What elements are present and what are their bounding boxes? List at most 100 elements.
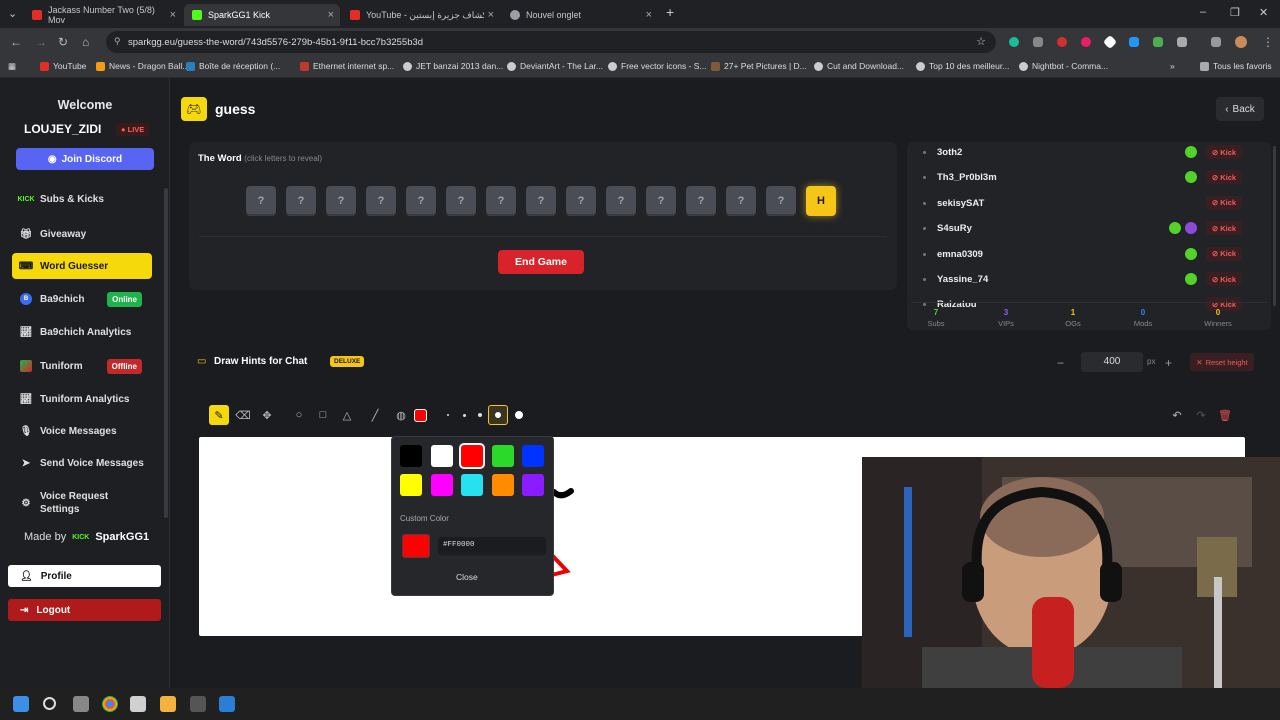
undo-icon[interactable]: ↶ bbox=[1167, 405, 1187, 425]
letter-tile[interactable]: ? bbox=[446, 186, 476, 216]
kick-button[interactable]: ⊘ Kick bbox=[1206, 170, 1242, 185]
color-swatch[interactable] bbox=[430, 474, 453, 496]
letter-tile[interactable]: ? bbox=[606, 186, 636, 216]
letter-tile[interactable]: ? bbox=[286, 186, 316, 216]
join-discord-button[interactable]: ◉ Join Discord bbox=[16, 148, 154, 170]
sidebar-item-subs-kicks[interactable]: KICK Subs & Kicks bbox=[12, 186, 152, 212]
triangle-icon[interactable]: △ bbox=[337, 405, 357, 425]
end-game-button[interactable]: End Game bbox=[498, 250, 584, 274]
app-icon[interactable] bbox=[130, 696, 146, 712]
kick-button[interactable]: ⊘ Kick bbox=[1206, 195, 1242, 210]
site-info-icon[interactable]: ⚲ bbox=[114, 36, 121, 47]
home-icon[interactable]: ⌂ bbox=[82, 35, 89, 49]
app-icon[interactable] bbox=[190, 696, 206, 712]
letter-tile[interactable]: ? bbox=[566, 186, 596, 216]
back-button[interactable]: ‹ Back bbox=[1216, 97, 1264, 121]
sidebar-item-voice-request-settings[interactable]: ⚙ Voice Request Settings bbox=[12, 488, 152, 518]
kick-button[interactable]: ⊘ Kick bbox=[1206, 272, 1242, 286]
bookmark-item[interactable]: Nightbot - Comma... bbox=[1019, 61, 1108, 71]
profile-button[interactable]: 👤︎ Profile bbox=[8, 565, 161, 587]
menu-icon[interactable] bbox=[1211, 37, 1221, 47]
letter-tile[interactable]: ? bbox=[686, 186, 716, 216]
height-input[interactable]: 400 bbox=[1081, 352, 1143, 372]
new-tab-icon[interactable]: + bbox=[666, 4, 674, 20]
windows-start-icon[interactable] bbox=[13, 696, 29, 712]
close-tab-icon[interactable]: × bbox=[488, 9, 494, 21]
file-explorer-icon[interactable] bbox=[160, 696, 176, 712]
browser-tab-1[interactable]: Jackass Number Two (5/8) Mov × bbox=[24, 4, 182, 26]
color-swatch[interactable] bbox=[491, 445, 514, 467]
color-swatch[interactable] bbox=[461, 474, 483, 496]
letter-tile[interactable]: ? bbox=[766, 186, 796, 216]
extension-icon[interactable] bbox=[1102, 34, 1118, 50]
logout-button[interactable]: ⇥ Logout bbox=[8, 599, 161, 621]
letter-tile[interactable]: ? bbox=[726, 186, 756, 216]
participants-scrollbar[interactable] bbox=[1273, 146, 1276, 306]
close-tab-icon[interactable]: × bbox=[646, 9, 652, 21]
color-swatch[interactable] bbox=[522, 445, 544, 467]
bookmark-item[interactable]: YouTube bbox=[40, 61, 86, 71]
chrome-icon[interactable] bbox=[102, 696, 118, 712]
pencil-icon[interactable]: ✎ bbox=[209, 405, 229, 425]
bookmark-item[interactable]: Cut and Download... bbox=[814, 61, 904, 71]
bookmark-item[interactable]: Ethernet internet sp... bbox=[300, 61, 394, 71]
reset-height-button[interactable]: ✕ Reset height bbox=[1190, 353, 1254, 371]
sidebar-item-ba9chich[interactable]: B Ba9chich Online bbox=[12, 286, 152, 312]
line-icon[interactable]: ╱ bbox=[365, 405, 385, 425]
task-view-icon[interactable] bbox=[73, 696, 89, 712]
close-button[interactable]: Close bbox=[456, 572, 478, 582]
kick-button[interactable]: ⊘ Kick bbox=[1206, 145, 1242, 159]
letter-tile[interactable]: ? bbox=[326, 186, 356, 216]
kick-button[interactable]: ⊘ Kick bbox=[1206, 246, 1242, 261]
sidebar-item-voice-messages[interactable]: 🎙︎ Voice Messages bbox=[12, 418, 152, 444]
reload-icon[interactable]: ↻ bbox=[58, 35, 68, 49]
restore-icon[interactable]: ❐ bbox=[1230, 6, 1240, 19]
kick-button[interactable]: ⊘ Kick bbox=[1206, 221, 1242, 236]
sidebar-scrollbar[interactable] bbox=[164, 188, 168, 518]
color-swatch[interactable] bbox=[491, 474, 514, 496]
close-tab-icon[interactable]: × bbox=[328, 9, 334, 21]
letter-tile[interactable]: H bbox=[806, 186, 836, 216]
avatar[interactable] bbox=[1235, 36, 1247, 48]
back-arrow-icon[interactable]: ← bbox=[10, 35, 22, 49]
all-bookmarks[interactable]: Tous les favoris bbox=[1200, 61, 1272, 71]
color-swatch[interactable] bbox=[461, 445, 483, 467]
redo-icon[interactable]: ↷ bbox=[1191, 405, 1211, 425]
app-icon[interactable] bbox=[219, 696, 235, 712]
forward-arrow-icon[interactable]: → bbox=[35, 35, 47, 49]
letter-tile[interactable]: ? bbox=[646, 186, 676, 216]
browser-tab-2[interactable]: SparkGG1 Kick × bbox=[184, 4, 340, 26]
sidebar-item-tuniform[interactable]: Tuniform Offline bbox=[12, 353, 152, 379]
bookmark-item[interactable]: News - Dragon Ball... bbox=[96, 61, 189, 71]
minimize-icon[interactable]: – bbox=[1200, 6, 1206, 18]
bookmark-item[interactable]: DeviantArt - The Lar... bbox=[507, 61, 603, 71]
circle-icon[interactable]: ○ bbox=[289, 405, 309, 425]
address-bar[interactable]: ⚲ sparkgg.eu/guess-the-word/743d5576-279… bbox=[106, 31, 996, 53]
sidebar-item-ba9chich-analytics[interactable]: 📈︎ Ba9chich Analytics bbox=[12, 319, 152, 345]
close-window-icon[interactable]: ✕ bbox=[1259, 6, 1268, 19]
close-tab-icon[interactable]: × bbox=[170, 9, 176, 21]
bookmark-star-icon[interactable]: ☆ bbox=[976, 35, 986, 48]
extension-icon[interactable] bbox=[1153, 37, 1163, 47]
letter-tile[interactable]: ? bbox=[486, 186, 516, 216]
apps-grid-icon[interactable]: ▦ bbox=[8, 61, 16, 72]
browser-tab-3[interactable]: YouTube - استكشاف جزيرة إبستين × bbox=[342, 4, 500, 26]
custom-color-preview[interactable] bbox=[402, 534, 430, 558]
bookmark-item[interactable]: Top 10 des meilleur... bbox=[916, 61, 1009, 71]
browser-tab-4[interactable]: Nouvel onglet × bbox=[502, 4, 658, 26]
extension-icon[interactable] bbox=[1129, 37, 1139, 47]
eraser-icon[interactable]: ⌫ bbox=[233, 405, 253, 425]
trash-icon[interactable]: 🗑︎ bbox=[1215, 405, 1235, 425]
extension-icon[interactable] bbox=[1009, 37, 1019, 47]
bookmark-item[interactable]: 27+ Pet Pictures | D... bbox=[711, 61, 807, 71]
search-icon[interactable] bbox=[43, 697, 56, 710]
color-swatch[interactable] bbox=[400, 445, 422, 467]
bookmark-item[interactable]: JET banzai 2013 dan... bbox=[403, 61, 503, 71]
more-bookmarks-icon[interactable]: » bbox=[1170, 61, 1175, 71]
sidebar-item-send-voice-messages[interactable]: ➤ Send Voice Messages bbox=[12, 450, 152, 476]
color-swatch[interactable] bbox=[430, 445, 453, 467]
sidebar-item-giveaway[interactable]: 🎁︎ Giveaway bbox=[12, 221, 152, 247]
square-icon[interactable]: □ bbox=[313, 405, 333, 425]
more-menu-icon[interactable]: ⋮ bbox=[1262, 35, 1274, 49]
bookmark-item[interactable]: Boîte de réception (... bbox=[186, 61, 280, 71]
